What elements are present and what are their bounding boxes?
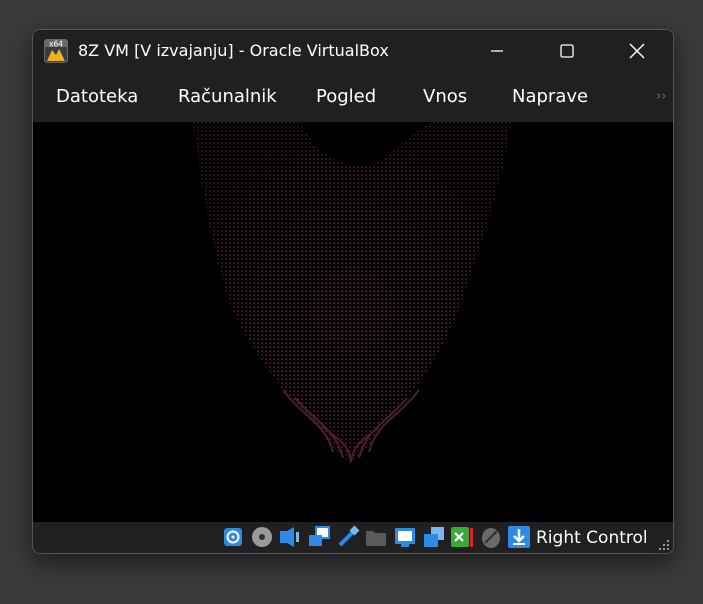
status-bar: Right Control [33, 522, 673, 553]
minimize-icon [491, 50, 503, 52]
vm-display[interactable] [33, 122, 673, 522]
vm-heart-particles [193, 122, 511, 464]
usb-icon[interactable] [336, 525, 360, 549]
menu-overflow-chevron-icon[interactable]: ›› [656, 89, 666, 104]
menu-vnos[interactable]: Vnos [423, 86, 467, 108]
menu-bar: Datoteka Računalnik Pogled Vnos Naprave … [33, 72, 673, 122]
virtualbox-window: x64 8Z VM [V izvajanju] - Oracle Virtual… [32, 29, 674, 554]
virtualbox-x64-icon[interactable]: x64 [44, 39, 68, 63]
network-icon[interactable] [307, 525, 331, 549]
resize-grip-icon[interactable] [659, 540, 670, 551]
app-icon-label: x64 [49, 40, 63, 49]
title-bar[interactable]: x64 8Z VM [V izvajanju] - Oracle Virtual… [33, 30, 673, 72]
minimize-button[interactable] [474, 30, 520, 72]
menu-datoteka[interactable]: Datoteka [56, 86, 138, 108]
menu-racunalnik[interactable]: Računalnik [178, 86, 277, 108]
guest-additions-icon[interactable] [450, 525, 474, 549]
hard-disk-icon[interactable] [221, 525, 245, 549]
menu-naprave[interactable]: Naprave [512, 86, 588, 108]
maximize-button[interactable] [544, 30, 590, 72]
menu-pogled[interactable]: Pogled [316, 86, 376, 108]
close-icon [629, 43, 645, 59]
optical-drive-icon[interactable] [250, 525, 274, 549]
mouse-integration-icon[interactable] [479, 525, 503, 549]
close-button[interactable] [614, 30, 660, 72]
display-icon[interactable] [393, 525, 417, 549]
audio-icon[interactable] [278, 525, 302, 549]
keyboard-capture-icon[interactable] [507, 525, 531, 549]
window-title: 8Z VM [V izvajanju] - Oracle VirtualBox [78, 41, 389, 60]
maximize-icon [560, 44, 574, 58]
video-capture-icon[interactable] [422, 525, 446, 549]
shared-folders-icon[interactable] [364, 525, 388, 549]
host-key-label: Right Control [536, 528, 648, 548]
